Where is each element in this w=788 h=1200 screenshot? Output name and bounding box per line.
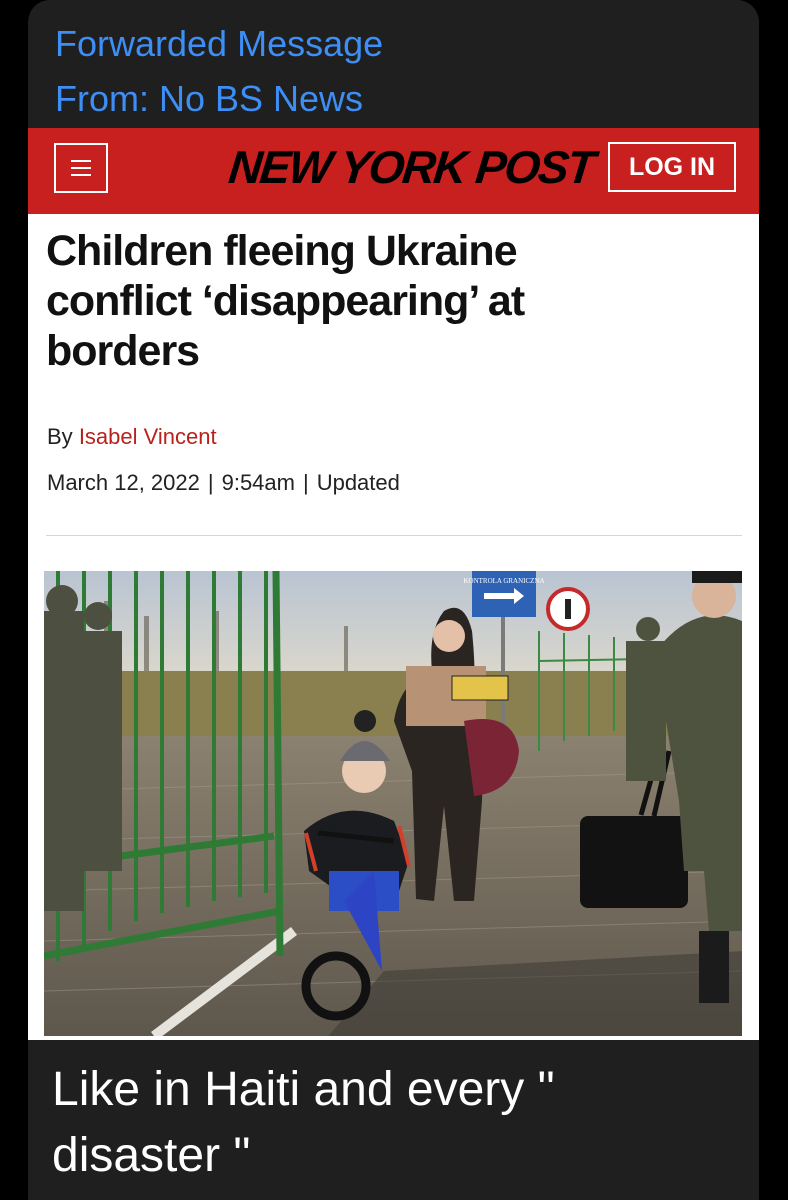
article-preview-card[interactable]: NEW YORK POST LOG IN Children fleeing Uk… <box>28 128 759 1040</box>
divider <box>46 535 742 536</box>
article-headline[interactable]: Children fleeing Ukraine conflict ‘disap… <box>46 226 666 376</box>
separator: | <box>302 470 309 495</box>
article-photo[interactable]: KONTROLA GRANICZNA <box>44 571 742 1036</box>
hamburger-menu-icon[interactable] <box>54 143 108 193</box>
publish-time: 9:54am <box>221 470 295 495</box>
forward-title: Forwarded Message <box>55 23 384 64</box>
forward-source[interactable]: From: No BS News <box>55 71 383 126</box>
sign-text: KONTROLA GRANICZNA <box>463 577 544 585</box>
message-bubble[interactable]: Forwarded Message From: No BS News NEW Y… <box>28 0 759 1200</box>
updated-label: Updated <box>316 470 400 495</box>
byline: By Isabel Vincent <box>47 424 217 450</box>
site-header: NEW YORK POST LOG IN <box>28 128 759 214</box>
publish-date: March 12, 2022 <box>47 470 200 495</box>
dateline: March 12, 2022 | 9:54am | Updated <box>47 470 400 496</box>
message-text: Like in Haiti and every " disaster " <box>52 1063 555 1182</box>
author-link[interactable]: Isabel Vincent <box>79 424 217 449</box>
separator: | <box>207 470 214 495</box>
forward-header: Forwarded Message From: No BS News <box>55 16 383 126</box>
byline-prefix: By <box>47 424 73 449</box>
login-button[interactable]: LOG IN <box>608 142 736 192</box>
site-logo[interactable]: NEW YORK POST <box>226 140 596 194</box>
